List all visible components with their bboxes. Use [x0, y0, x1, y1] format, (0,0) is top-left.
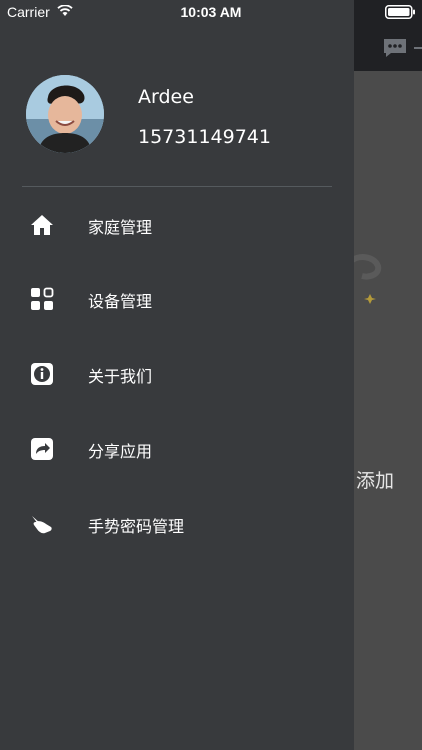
gesture-icon	[32, 516, 52, 534]
status-bar: Carrier 10:03 AM	[0, 0, 422, 24]
menu-item-gesture-password[interactable]: 手势密码管理	[0, 494, 354, 554]
battery-icon	[385, 5, 415, 19]
home-icon	[31, 215, 53, 235]
menu-item-device-management[interactable]: 设备管理	[0, 269, 354, 329]
arrow-right-icon[interactable]	[414, 44, 422, 52]
user-phone: 15731149741	[138, 126, 271, 148]
side-drawer: Ardee 15731149741 家庭管理 设备管理 关于我们 分享应用 手势…	[0, 0, 354, 750]
user-name: Ardee	[138, 86, 194, 108]
menu-item-about-us[interactable]: 关于我们	[0, 344, 354, 404]
share-icon	[31, 438, 53, 460]
divider	[22, 186, 332, 187]
menu-item-label: 设备管理	[88, 292, 153, 311]
menu-item-label: 手势密码管理	[88, 517, 185, 536]
avatar-image	[26, 75, 104, 153]
menu-item-label: 关于我们	[88, 367, 153, 386]
avatar[interactable]	[26, 75, 104, 153]
menu-item-label: 分享应用	[88, 442, 153, 461]
menu-item-family-management[interactable]: 家庭管理	[0, 195, 354, 255]
clock: 10:03 AM	[180, 4, 242, 20]
add-label[interactable]: 添加	[356, 466, 394, 493]
menu-item-label: 家庭管理	[88, 218, 153, 237]
menu-item-share-app[interactable]: 分享应用	[0, 419, 354, 479]
grid-icon	[31, 287, 54, 310]
chat-bubble-icon[interactable]	[382, 37, 408, 59]
info-icon	[31, 363, 53, 385]
